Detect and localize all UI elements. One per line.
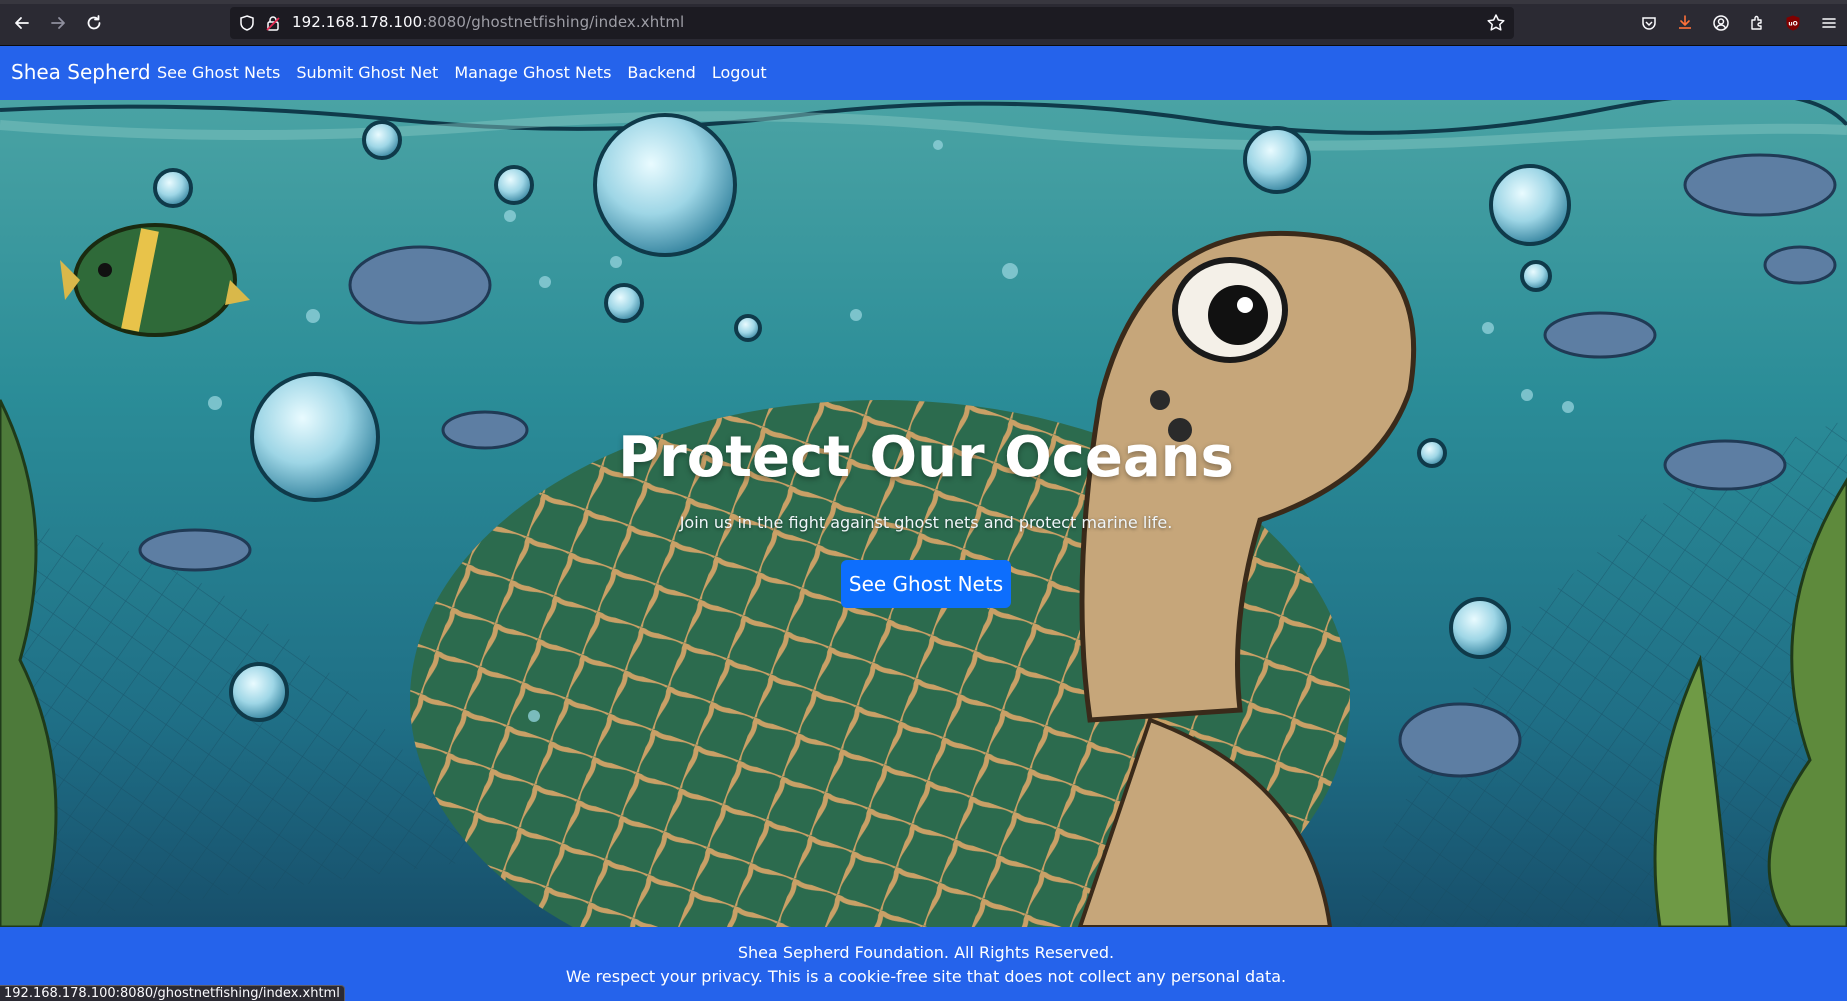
menu-icon[interactable] xyxy=(1818,12,1840,34)
brand-link[interactable]: Shea Sepherd xyxy=(11,60,151,84)
shield-icon[interactable] xyxy=(238,14,256,32)
nav-backend[interactable]: Backend xyxy=(627,63,695,82)
download-icon[interactable] xyxy=(1674,12,1696,34)
lock-icon[interactable] xyxy=(264,14,282,32)
status-url-tooltip: 192.168.178.100:8080/ghostnetfishing/ind… xyxy=(0,985,345,1001)
footer-privacy-note: We respect your privacy. This is a cooki… xyxy=(565,967,1287,986)
site-navbar: Shea Sepherd See Ghost Nets Submit Ghost… xyxy=(0,46,1847,100)
url-host: 192.168.178.100 xyxy=(292,13,423,31)
browser-toolbar: 192.168.178.100:8080/ghostnetfishing/ind… xyxy=(0,0,1847,46)
url-path: :8080/ghostnetfishing/index.xhtml xyxy=(422,13,685,31)
reload-icon[interactable] xyxy=(82,11,106,35)
svg-text:uO: uO xyxy=(1788,21,1797,28)
nav-links: See Ghost Nets Submit Ghost Net Manage G… xyxy=(157,63,767,82)
nav-logout[interactable]: Logout xyxy=(712,63,767,82)
bookmark-star-icon[interactable] xyxy=(1486,13,1506,33)
hero-subtitle: Join us in the fight against ghost nets … xyxy=(679,513,1173,532)
nav-see-ghost-nets[interactable]: See Ghost Nets xyxy=(157,63,280,82)
see-ghost-nets-button[interactable]: See Ghost Nets xyxy=(841,560,1011,608)
forward-icon[interactable] xyxy=(46,11,70,35)
footer-copyright: Shea Sepherd Foundation. All Rights Rese… xyxy=(737,943,1115,962)
url-text: 192.168.178.100:8080/ghostnetfishing/ind… xyxy=(292,13,684,31)
tab-strip-edge xyxy=(0,0,1847,4)
url-bar[interactable]: 192.168.178.100:8080/ghostnetfishing/ind… xyxy=(230,7,1514,39)
pocket-icon[interactable] xyxy=(1638,12,1660,34)
back-icon[interactable] xyxy=(10,11,34,35)
hero-title: Protect Our Oceans xyxy=(618,425,1234,490)
hero-section: Protect Our Oceans Join us in the fight … xyxy=(0,100,1847,927)
extensions-icon[interactable] xyxy=(1746,12,1768,34)
account-icon[interactable] xyxy=(1710,12,1732,34)
nav-submit-ghost-net[interactable]: Submit Ghost Net xyxy=(296,63,438,82)
nav-manage-ghost-nets[interactable]: Manage Ghost Nets xyxy=(454,63,611,82)
ublock-icon[interactable]: uO xyxy=(1782,12,1804,34)
